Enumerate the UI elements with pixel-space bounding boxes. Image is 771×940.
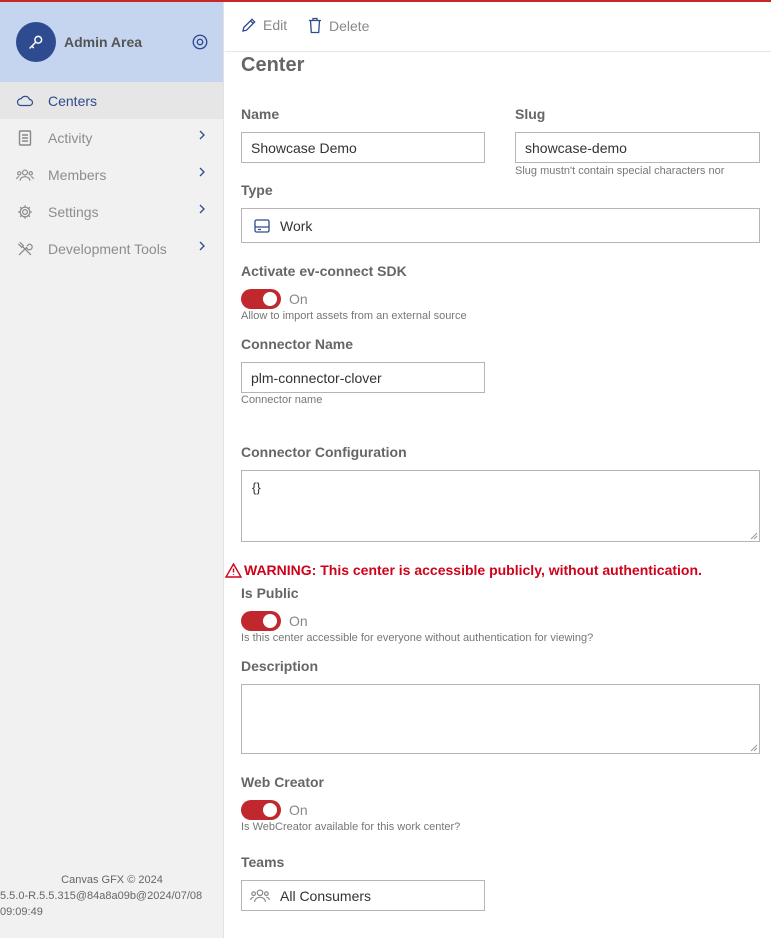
webcreator-hint: Is WebCreator available for this work ce… xyxy=(241,821,461,833)
resize-handle-icon[interactable] xyxy=(750,532,758,540)
teams-select[interactable]: All Consumers xyxy=(241,880,485,911)
sidebar-item-centers[interactable]: Centers xyxy=(0,82,223,119)
people-icon xyxy=(250,888,270,903)
chevron-right-icon xyxy=(199,130,205,140)
webcreator-label: Web Creator xyxy=(241,774,324,790)
gear-icon xyxy=(16,203,34,221)
name-field[interactable]: Showcase Demo xyxy=(241,132,485,163)
sidebar-item-label: Development Tools xyxy=(48,240,167,257)
chevron-right-icon xyxy=(199,204,205,214)
sidebar-footer: Canvas GFX © 2024 5.5.0-R.5.5.315@84a8a0… xyxy=(0,872,224,920)
teams-label: Teams xyxy=(241,854,285,870)
chevron-right-icon xyxy=(199,241,205,251)
sidebar-item-development-tools[interactable]: Development Tools xyxy=(0,230,223,267)
sidebar-title: Admin Area xyxy=(64,34,143,50)
slug-hint: Slug mustn't contain special characters … xyxy=(515,165,725,177)
delete-button[interactable]: Delete xyxy=(307,17,369,34)
sidebar: Admin Area Centers Activity Members Sett… xyxy=(0,2,224,938)
sdk-toggle-state: On xyxy=(289,291,308,307)
type-value: Work xyxy=(280,217,313,234)
sdk-label: Activate ev-connect SDK xyxy=(241,263,407,279)
sidebar-item-activity[interactable]: Activity xyxy=(0,119,223,156)
toolbar: Edit Delete xyxy=(225,2,771,52)
connector-config-textarea[interactable]: {} xyxy=(241,470,760,542)
type-select[interactable]: Work xyxy=(241,208,760,243)
connector-name-hint: Connector name xyxy=(241,394,323,406)
sidebar-item-label: Activity xyxy=(48,129,93,146)
slug-label: Slug xyxy=(515,106,546,122)
webcreator-toggle-state: On xyxy=(289,802,308,818)
workspace-icon xyxy=(254,218,270,233)
sidebar-item-settings[interactable]: Settings xyxy=(0,193,223,230)
delete-label: Delete xyxy=(329,17,370,34)
trash-icon xyxy=(309,17,321,34)
page-title: Center xyxy=(241,54,305,76)
sdk-toggle[interactable] xyxy=(241,289,281,309)
sidebar-item-label: Settings xyxy=(48,203,99,220)
tools-icon xyxy=(16,240,34,258)
warning-text: WARNING: This center is accessible publi… xyxy=(244,562,702,578)
copyright-text: Canvas GFX © 2024 xyxy=(61,874,163,886)
resize-handle-icon[interactable] xyxy=(750,744,758,752)
version-time-text: 09:09:49 xyxy=(0,906,43,918)
public-warning: WARNING: This center is accessible publi… xyxy=(225,562,702,578)
edit-label: Edit xyxy=(263,17,288,33)
connector-config-label: Connector Configuration xyxy=(241,444,407,460)
webcreator-toggle[interactable] xyxy=(241,800,281,820)
public-label: Is Public xyxy=(241,585,299,601)
version-text: 5.5.0-R.5.5.315@84a8a09b@2024/07/08 xyxy=(0,890,203,902)
sidebar-item-label: Members xyxy=(48,166,107,183)
cloud-icon xyxy=(16,92,34,110)
edit-button[interactable]: Edit xyxy=(241,17,287,33)
description-textarea[interactable] xyxy=(241,684,760,754)
sidebar-item-members[interactable]: Members xyxy=(0,156,223,193)
teams-value: All Consumers xyxy=(280,887,372,904)
description-label: Description xyxy=(241,658,319,674)
type-label: Type xyxy=(241,182,273,198)
main-content: Edit Delete Center Name Showcase Demo Sl… xyxy=(225,2,771,938)
name-label: Name xyxy=(241,106,280,122)
public-hint: Is this center accessible for everyone w… xyxy=(241,632,594,644)
sdk-hint: Allow to import assets from an external … xyxy=(241,310,467,322)
people-icon xyxy=(16,166,34,184)
slug-field[interactable]: showcase-demo xyxy=(515,132,760,163)
public-toggle-state: On xyxy=(289,613,308,629)
warning-icon xyxy=(225,562,242,578)
sidebar-item-label: Centers xyxy=(48,92,98,109)
key-icon xyxy=(16,22,56,62)
connector-config-value: {} xyxy=(252,480,261,495)
document-icon xyxy=(16,129,34,147)
pencil-icon xyxy=(242,18,256,32)
sidebar-header: Admin Area xyxy=(0,2,223,82)
sidebar-nav: Centers Activity Members Settings Develo… xyxy=(0,82,223,267)
connector-name-label: Connector Name xyxy=(241,336,354,352)
connector-name-field[interactable]: plm-connector-clover xyxy=(241,362,485,393)
public-toggle[interactable] xyxy=(241,611,281,631)
chevron-right-icon xyxy=(199,167,205,177)
target-icon[interactable] xyxy=(190,32,210,52)
